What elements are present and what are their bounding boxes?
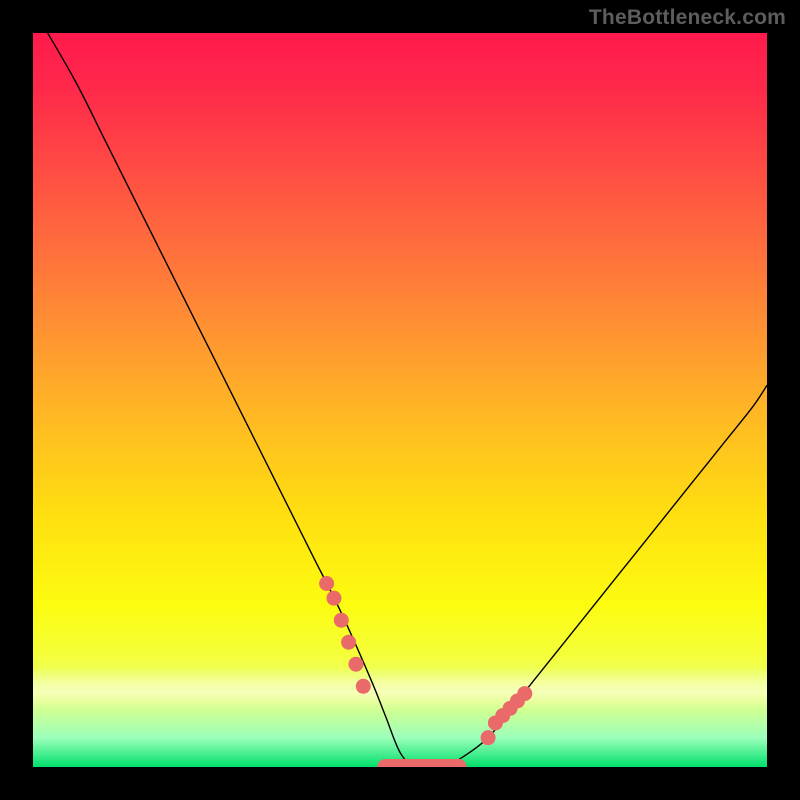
highlighted-points [319,576,532,745]
watermark-text: TheBottleneck.com [589,6,786,30]
highlight-band [33,667,767,709]
flat-segment [377,759,466,767]
plot-area [33,33,767,767]
chart-svg [33,33,767,767]
chart-stage: TheBottleneck.com [0,0,800,800]
bottleneck-curve [48,33,767,767]
